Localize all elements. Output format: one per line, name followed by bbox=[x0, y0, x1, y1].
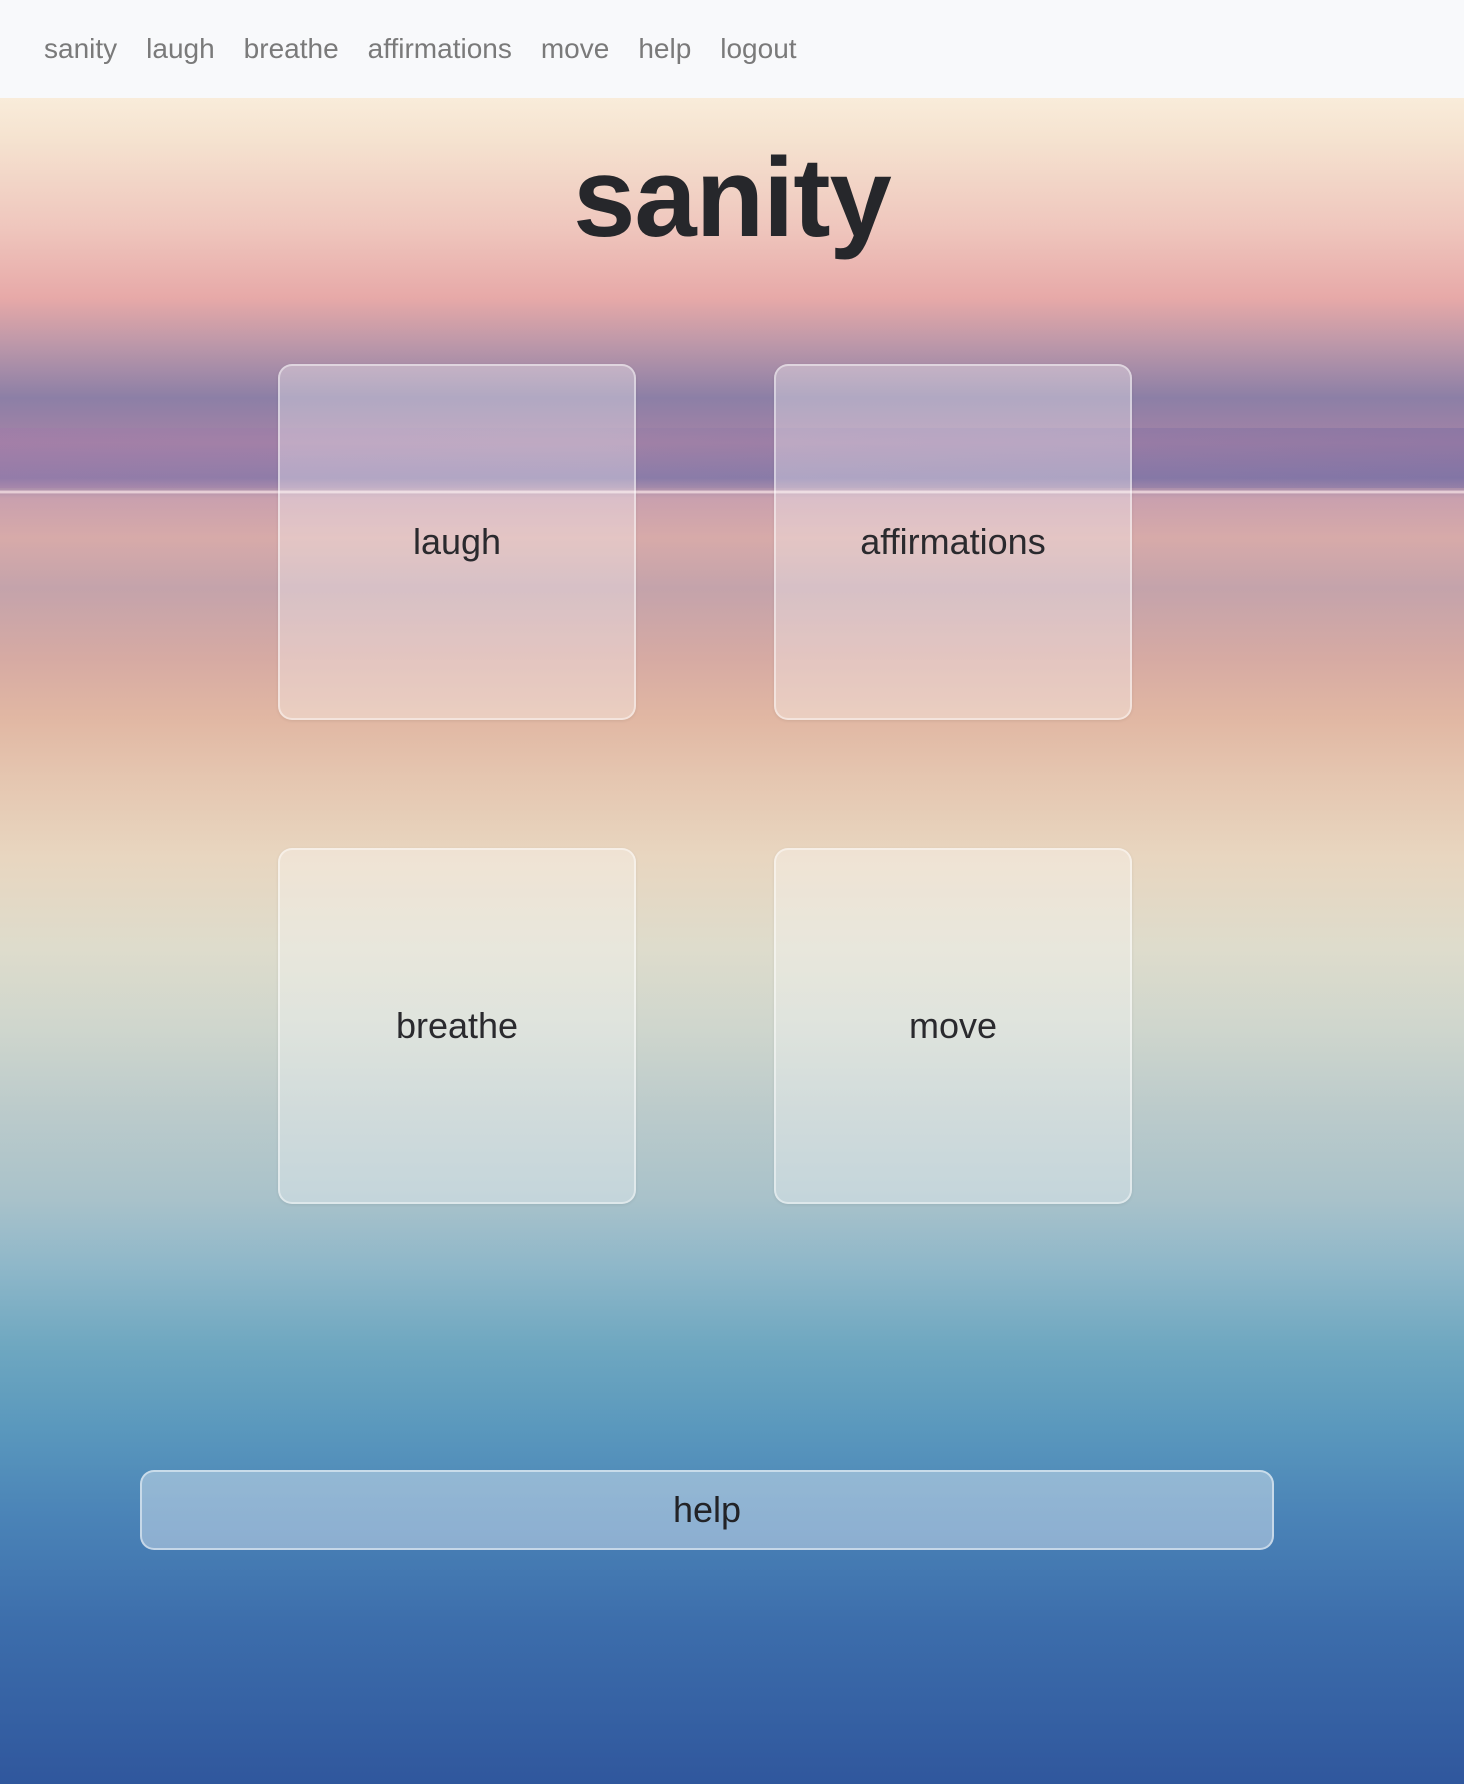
nav-link-move[interactable]: move bbox=[541, 35, 609, 63]
card-laugh[interactable]: laugh bbox=[278, 364, 636, 720]
card-label-affirmations: affirmations bbox=[860, 521, 1046, 562]
help-button[interactable]: help bbox=[140, 1470, 1274, 1550]
help-button-label: help bbox=[672, 1489, 742, 1530]
card-label-breathe: breathe bbox=[395, 1005, 519, 1046]
card-breathe[interactable]: breathe bbox=[278, 848, 636, 1204]
nav-link-sanity[interactable]: sanity bbox=[44, 35, 117, 63]
horizon-haze bbox=[0, 428, 1464, 488]
top-navbar: sanity laugh breathe affirmations move h… bbox=[0, 0, 1464, 98]
nav-link-breathe[interactable]: breathe bbox=[244, 35, 339, 63]
page-title: sanity bbox=[573, 135, 892, 260]
nav-link-logout[interactable]: logout bbox=[720, 35, 796, 63]
nav-link-help[interactable]: help bbox=[638, 35, 691, 63]
card-move[interactable]: move bbox=[774, 848, 1132, 1204]
hero-background: sanity laugh affirmations breathe move h… bbox=[0, 98, 1464, 1784]
nav-link-affirmations[interactable]: affirmations bbox=[368, 35, 512, 63]
horizon-line bbox=[0, 490, 1464, 494]
card-label-laugh: laugh bbox=[412, 521, 502, 562]
nav-link-laugh[interactable]: laugh bbox=[146, 35, 215, 63]
card-affirmations[interactable]: affirmations bbox=[774, 364, 1132, 720]
card-label-move: move bbox=[908, 1005, 998, 1046]
